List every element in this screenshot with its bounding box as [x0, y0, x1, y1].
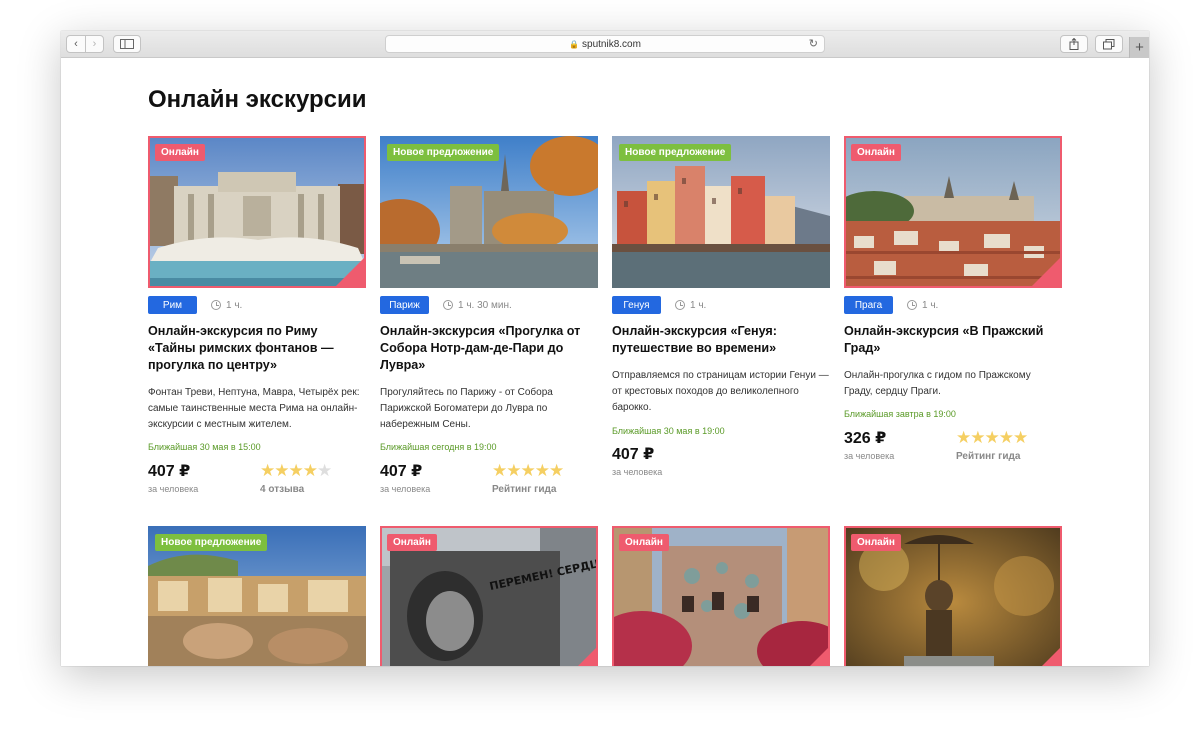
duration-text: 1 ч.	[690, 299, 707, 311]
online-corner-mark	[1030, 256, 1062, 288]
online-badge: Онлайн	[851, 144, 901, 161]
price-per-person: за человека	[612, 467, 663, 477]
price-per-person: за человека	[380, 484, 431, 494]
excursion-card[interactable]: Онлайн Рим 1 ч. Онлайн-экскурсия по Риму…	[148, 136, 366, 495]
page-content: Онлайн экскурсии Онлайн Рим 1 ч. Онлайн-…	[61, 59, 1149, 666]
next-date: Ближайшая 30 мая в 19:00	[612, 426, 725, 436]
card-description: Фонтан Треви, Нептуна, Мавра, Четырёх ре…	[148, 387, 360, 430]
card-image[interactable]: Новое предложение	[148, 526, 366, 666]
card-description: Отправляемся по страницам истории Генуи …	[612, 370, 829, 413]
excursion-card[interactable]: Новое предложение	[148, 526, 366, 666]
rating-stars: ★★★★★	[956, 428, 1028, 447]
chevron-left-icon: ‹	[74, 38, 78, 50]
browser-toolbar: ‹ › 🔒 sputnik8.com ↻ +	[61, 31, 1149, 58]
excursion-card[interactable]: ПЕРЕМЕН! СЕРДЦА Онлайн	[380, 526, 598, 666]
navigation-buttons: ‹ ›	[66, 35, 104, 53]
url-text: sputnik8.com	[582, 38, 641, 50]
online-badge: Онлайн	[619, 534, 669, 551]
card-title[interactable]: Онлайн-экскурсия «Прогулка от Собора Нот…	[380, 323, 598, 374]
card-title[interactable]: Онлайн-экскурсия «Генуя: путешествие во …	[612, 323, 830, 357]
new-offer-badge: Новое предложение	[155, 534, 268, 551]
card-image[interactable]: Новое предложение	[612, 136, 830, 288]
clock-icon	[675, 300, 685, 310]
duration: 1 ч.	[675, 300, 706, 311]
card-image[interactable]: Онлайн	[612, 526, 830, 666]
plus-icon: +	[1135, 39, 1144, 56]
price: 407 ₽	[148, 463, 191, 480]
rating-label[interactable]: 4 отзыва	[260, 484, 304, 495]
excursion-card[interactable]: Онлайн	[844, 526, 1062, 666]
online-corner-mark	[334, 256, 366, 288]
card-meta: Рим 1 ч.	[148, 296, 242, 314]
duration: 1 ч. 30 мин.	[443, 300, 512, 311]
rating-stars: ★★★★★	[492, 461, 564, 480]
card-image[interactable]: Онлайн	[148, 136, 366, 288]
card-image[interactable]: Онлайн	[844, 136, 1062, 288]
chevron-right-icon: ›	[92, 38, 97, 50]
card-title[interactable]: Онлайн-экскурсия «В Пражский Град»	[844, 323, 1062, 357]
price-per-person: за человека	[844, 451, 895, 461]
new-offer-badge: Новое предложение	[619, 144, 732, 161]
lock-icon: 🔒	[569, 39, 580, 49]
city-tag[interactable]: Рим	[148, 296, 197, 314]
card-meta: Прага 1 ч.	[844, 296, 938, 314]
tabs-overview-button[interactable]	[1095, 35, 1123, 53]
page-title: Онлайн экскурсии	[148, 86, 367, 113]
online-badge: Онлайн	[851, 534, 901, 551]
online-badge: Онлайн	[155, 144, 205, 161]
price: 407 ₽	[380, 463, 423, 480]
sidebar-icon	[120, 39, 134, 49]
excursion-card[interactable]: Новое предложение Генуя 1 ч. Онлайн-экск…	[612, 136, 830, 477]
browser-window: ‹ › 🔒 sputnik8.com ↻ + Онлайн экскурсии	[61, 31, 1149, 666]
price: 407 ₽	[612, 446, 655, 463]
back-button[interactable]: ‹	[67, 36, 85, 52]
clock-icon	[443, 300, 453, 310]
rating-label[interactable]: Рейтинг гида	[492, 484, 556, 495]
sidebar-button[interactable]	[113, 35, 141, 53]
excursion-card[interactable]: Онлайн	[612, 526, 830, 666]
rating-label[interactable]: Рейтинг гида	[956, 451, 1020, 462]
online-badge: Онлайн	[387, 534, 437, 551]
duration: 1 ч.	[211, 300, 242, 311]
share-icon	[1069, 38, 1079, 50]
clock-icon	[211, 300, 221, 310]
price: 326 ₽	[844, 430, 887, 447]
card-image[interactable]: Новое предложение	[380, 136, 598, 288]
card-title[interactable]: Онлайн-экскурсия по Риму «Тайны римских …	[148, 323, 366, 374]
city-tag[interactable]: Генуя	[612, 296, 661, 314]
city-tag[interactable]: Париж	[380, 296, 429, 314]
reload-icon[interactable]: ↻	[809, 37, 818, 50]
new-tab-button[interactable]: +	[1129, 37, 1149, 58]
online-corner-mark	[1030, 646, 1062, 666]
card-description: Прогуляйтесь по Парижу - от Собора Париж…	[380, 387, 553, 430]
card-meta: Генуя 1 ч.	[612, 296, 706, 314]
online-corner-mark	[798, 646, 830, 666]
next-date: Ближайшая завтра в 19:00	[844, 409, 956, 419]
rating-stars: ★★★★★	[260, 461, 332, 480]
address-bar[interactable]: 🔒 sputnik8.com ↻	[385, 35, 825, 53]
card-meta: Париж 1 ч. 30 мин.	[380, 296, 512, 314]
duration-text: 1 ч.	[922, 299, 939, 311]
card-image[interactable]: Онлайн	[844, 526, 1062, 666]
tabs-icon	[1103, 38, 1115, 49]
next-date: Ближайшая сегодня в 19:00	[380, 442, 497, 452]
card-image[interactable]: ПЕРЕМЕН! СЕРДЦА Онлайн	[380, 526, 598, 666]
online-corner-mark	[566, 646, 598, 666]
new-offer-badge: Новое предложение	[387, 144, 500, 161]
duration-text: 1 ч. 30 мин.	[458, 299, 512, 311]
excursion-card[interactable]: Новое предложение Париж 1 ч. 30 мин. Онл…	[380, 136, 598, 495]
forward-button[interactable]: ›	[84, 36, 103, 52]
duration: 1 ч.	[907, 300, 938, 311]
duration-text: 1 ч.	[226, 299, 243, 311]
city-tag[interactable]: Прага	[844, 296, 893, 314]
clock-icon	[907, 300, 917, 310]
card-description: Онлайн-прогулка с гидом по Пражскому Гра…	[844, 370, 1031, 397]
share-button[interactable]	[1060, 35, 1088, 53]
excursion-card[interactable]: Онлайн Прага 1 ч. Онлайн-экскурсия «В Пр…	[844, 136, 1062, 462]
price-per-person: за человека	[148, 484, 199, 494]
next-date: Ближайшая 30 мая в 15:00	[148, 442, 261, 452]
